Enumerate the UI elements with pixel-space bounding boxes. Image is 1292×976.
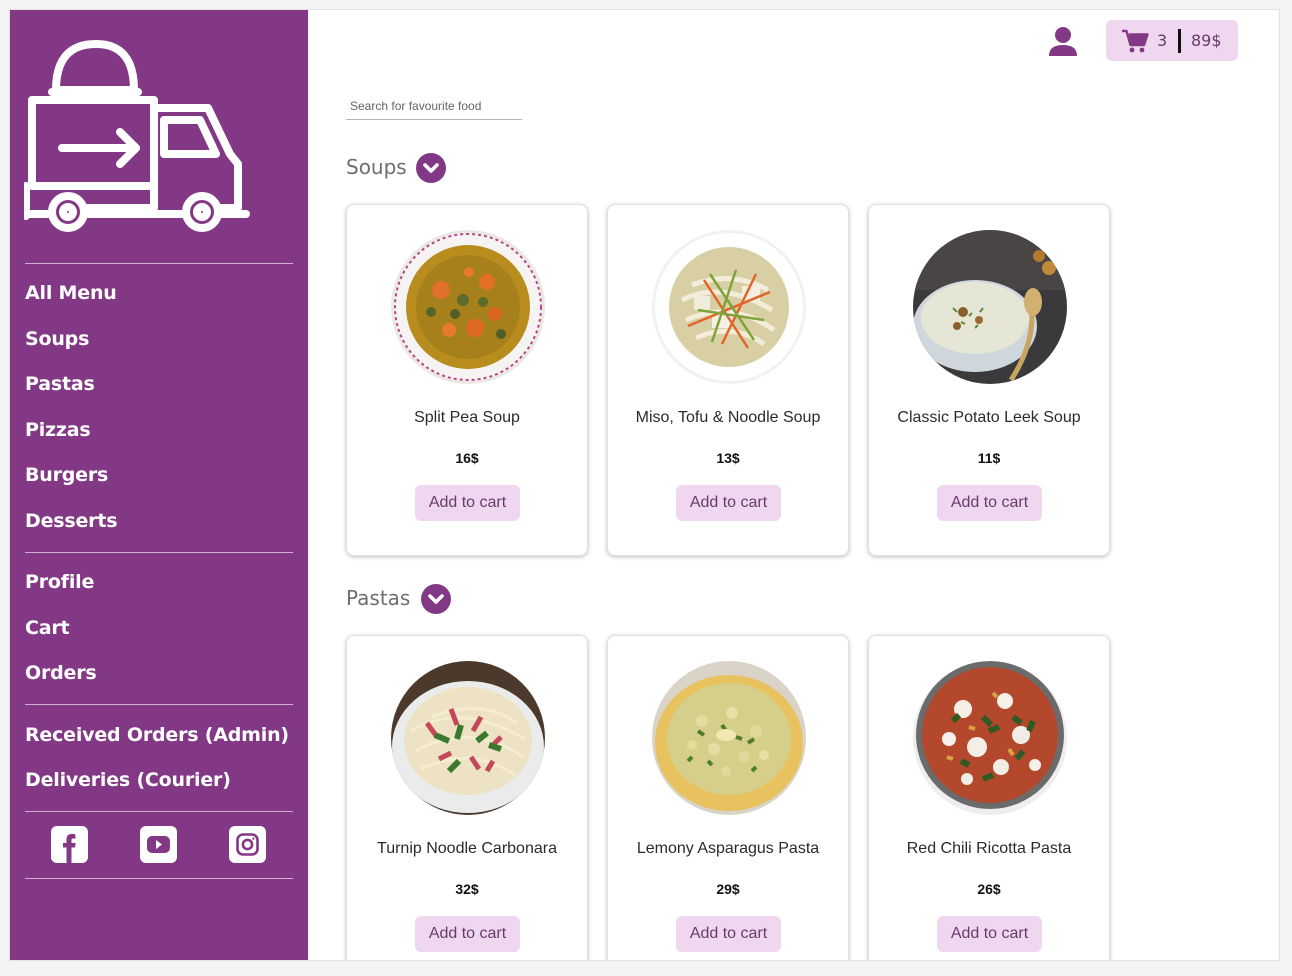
product-image-lemony-asparagus-pasta <box>652 661 806 815</box>
section-title-pastas: Pastas <box>346 586 411 610</box>
sidebar-item-deliveries[interactable]: Deliveries (Courier) <box>25 769 231 791</box>
sidebar-divider <box>25 263 293 264</box>
section-title-soups: Soups <box>346 155 407 179</box>
add-to-cart-button[interactable]: Add to cart <box>937 916 1042 952</box>
sidebar-divider <box>25 704 293 705</box>
product-card: Classic Potato Leek Soup 11$ Add to cart <box>868 204 1110 556</box>
product-price: 16$ <box>455 450 479 466</box>
sidebar-item-soups[interactable]: Soups <box>25 328 89 350</box>
sidebar-divider <box>25 878 293 879</box>
add-to-cart-button[interactable]: Add to cart <box>937 485 1042 521</box>
add-to-cart-button[interactable]: Add to cart <box>415 485 520 521</box>
product-name: Split Pea Soup <box>414 409 520 426</box>
search-input[interactable] <box>346 92 522 120</box>
delivery-truck-logo <box>24 40 250 232</box>
product-image-red-chili-ricotta-pasta <box>913 661 1067 815</box>
sidebar-item-burgers[interactable]: Burgers <box>25 464 108 486</box>
add-to-cart-button[interactable]: Add to cart <box>415 916 520 952</box>
sidebar-item-profile[interactable]: Profile <box>25 571 94 593</box>
facebook-icon[interactable] <box>51 826 88 863</box>
sidebar-item-all-menu[interactable]: All Menu <box>25 282 117 304</box>
chevron-down-icon[interactable] <box>421 584 451 614</box>
sidebar-divider <box>25 552 293 553</box>
product-image-turnip-noodle-carbonara <box>391 661 545 815</box>
main-content: 3 89$ Soups <box>308 10 1279 960</box>
product-name: Turnip Noodle Carbonara <box>377 840 557 857</box>
product-card: Turnip Noodle Carbonara 32$ Add to cart <box>346 635 588 960</box>
sidebar-item-received-orders[interactable]: Received Orders (Admin) <box>25 724 289 746</box>
product-card: Miso, Tofu & Noodle Soup 13$ Add to cart <box>607 204 849 556</box>
cart-divider <box>1178 29 1181 53</box>
product-card: Red Chili Ricotta Pasta 26$ Add to cart <box>868 635 1110 960</box>
sidebar-item-pizzas[interactable]: Pizzas <box>25 419 91 441</box>
product-price: 32$ <box>455 881 479 897</box>
user-icon[interactable] <box>1048 26 1078 58</box>
cart-button[interactable]: 3 89$ <box>1106 20 1238 61</box>
product-name: Red Chili Ricotta Pasta <box>906 840 1072 857</box>
product-price: 26$ <box>977 881 1001 897</box>
cart-icon <box>1122 29 1149 53</box>
product-price: 11$ <box>977 450 1001 466</box>
app-window: All Menu Soups Pastas Pizzas Burgers Des… <box>9 9 1280 961</box>
sidebar-item-orders[interactable]: Orders <box>25 662 97 684</box>
sidebar-item-desserts[interactable]: Desserts <box>25 510 118 532</box>
product-image-miso-tofu-noodle-soup <box>652 230 806 384</box>
sidebar-divider <box>25 811 293 812</box>
product-image-classic-potato-leek-soup <box>913 230 1067 384</box>
cart-count: 3 <box>1157 31 1168 50</box>
product-image-split-pea-soup <box>391 230 545 384</box>
youtube-icon[interactable] <box>140 826 177 863</box>
product-name: Lemony Asparagus Pasta <box>636 840 820 857</box>
add-to-cart-button[interactable]: Add to cart <box>676 485 781 521</box>
sidebar-item-pastas[interactable]: Pastas <box>25 373 95 395</box>
sidebar: All Menu Soups Pastas Pizzas Burgers Des… <box>10 10 308 960</box>
instagram-icon[interactable] <box>229 826 266 863</box>
chevron-down-icon[interactable] <box>416 153 446 183</box>
sidebar-item-cart[interactable]: Cart <box>25 617 70 639</box>
product-card: Lemony Asparagus Pasta 29$ Add to cart <box>607 635 849 960</box>
product-card: Split Pea Soup 16$ Add to cart <box>346 204 588 556</box>
cart-total: 89$ <box>1191 31 1222 50</box>
product-price: 29$ <box>716 881 740 897</box>
product-name: Classic Potato Leek Soup <box>897 409 1081 426</box>
product-name: Miso, Tofu & Noodle Soup <box>635 409 821 426</box>
product-price: 13$ <box>716 450 740 466</box>
add-to-cart-button[interactable]: Add to cart <box>676 916 781 952</box>
